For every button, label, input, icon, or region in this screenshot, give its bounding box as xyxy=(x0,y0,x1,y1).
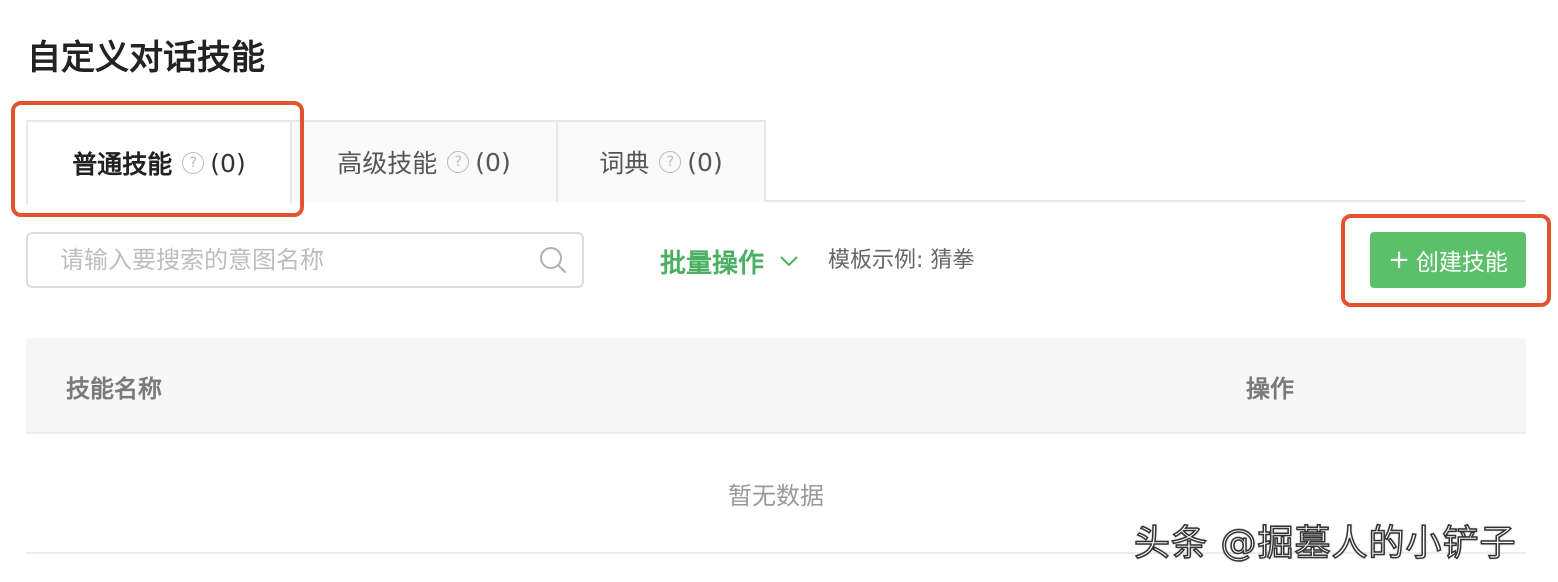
page-title: 自定义对话技能 xyxy=(27,38,265,78)
batch-operations-label: 批量操作 xyxy=(660,248,765,279)
template-example: 模板示例: 猜拳 xyxy=(828,246,974,276)
question-circle-icon[interactable]: ? xyxy=(447,151,470,173)
question-circle-icon[interactable]: ? xyxy=(182,152,205,174)
template-example-label: 模板示例: xyxy=(828,248,931,273)
watermark: 头条 @掘墓人的小铲子 xyxy=(1133,522,1517,565)
search-input[interactable] xyxy=(60,246,538,274)
chevron-down-icon xyxy=(780,256,798,267)
question-circle-icon[interactable]: ? xyxy=(659,151,682,173)
table-header: 技能名称 操作 xyxy=(26,338,1526,434)
tab-count: (0) xyxy=(210,148,246,178)
batch-operations-dropdown[interactable]: 批量操作 xyxy=(660,240,800,282)
tab-label: 词典 xyxy=(599,149,650,178)
create-skill-button[interactable]: + 创建技能 xyxy=(1370,232,1526,288)
tab-bar: 普通技能 ? (0) 高级技能 ? (0) 词典 ? (0) xyxy=(26,120,1526,204)
search-icon[interactable] xyxy=(538,245,568,275)
tab-count: (0) xyxy=(687,147,723,177)
column-header-skill-name: 技能名称 xyxy=(66,374,162,403)
tab-label: 高级技能 xyxy=(337,149,438,178)
tab-label: 普通技能 xyxy=(72,150,173,179)
column-header-actions: 操作 xyxy=(1246,374,1294,403)
page: 自定义对话技能 普通技能 ? (0) 高级技能 ? (0) 词典 ? (0) 批… xyxy=(0,0,1558,582)
tab-basic-skills[interactable]: 普通技能 ? (0) xyxy=(26,120,292,204)
tab-count: (0) xyxy=(475,147,511,177)
tab-advanced-skills[interactable]: 高级技能 ? (0) xyxy=(290,120,558,202)
plus-icon: + xyxy=(1388,245,1410,275)
tab-dictionary[interactable]: 词典 ? (0) xyxy=(556,120,766,202)
template-example-link[interactable]: 猜拳 xyxy=(930,248,974,273)
search-box[interactable] xyxy=(26,232,584,288)
create-skill-label: 创建技能 xyxy=(1415,250,1508,276)
